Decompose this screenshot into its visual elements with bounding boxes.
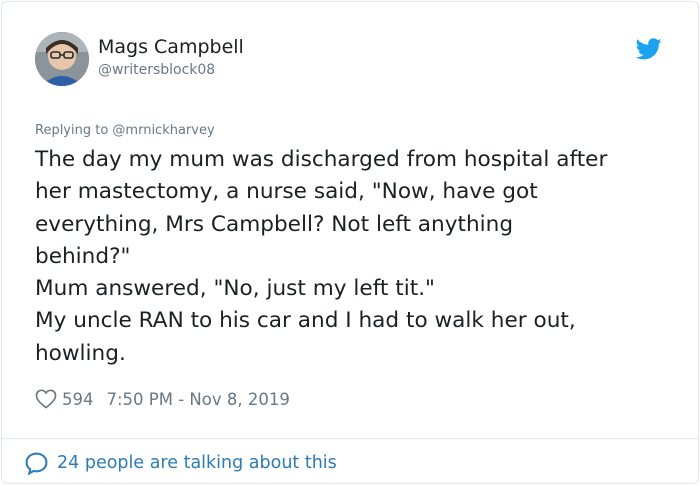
avatar[interactable] bbox=[35, 32, 89, 86]
speech-bubble-icon bbox=[25, 452, 48, 475]
divider bbox=[2, 438, 698, 439]
tweet-meta: 594 7:50 PM - Nov 8, 2019 bbox=[35, 388, 290, 410]
tweet-text-line: My uncle RAN to his car and I had to wal… bbox=[35, 308, 576, 334]
like-count[interactable]: 594 bbox=[62, 390, 94, 409]
tweet-card: Mags Campbell @writersblock08 Replying t… bbox=[1, 1, 699, 484]
tweet-text: The day my mum was discharged from hospi… bbox=[35, 144, 685, 370]
tweet-text-line: behind?" bbox=[35, 243, 131, 269]
tweet-text-line: everything, Mrs Campbell? Not left anyth… bbox=[35, 211, 514, 237]
tweet-header: Mags Campbell @writersblock08 bbox=[35, 32, 668, 92]
tweet-timestamp[interactable]: 7:50 PM - Nov 8, 2019 bbox=[107, 390, 290, 409]
conversation-link[interactable]: 24 people are talking about this bbox=[24, 450, 337, 476]
replying-to[interactable]: Replying to @mrnickharvey bbox=[35, 123, 215, 138]
conversation-link-label[interactable]: 24 people are talking about this bbox=[57, 453, 337, 473]
tweet-text-line: her mastectomy, a nurse said, "Now, have… bbox=[35, 179, 538, 205]
tweet-text-line: Mum answered, "No, just my left tit." bbox=[35, 276, 435, 302]
author-handle[interactable]: @writersblock08 bbox=[98, 62, 215, 78]
tweet-text-line: howling. bbox=[35, 340, 126, 366]
tweet-text-line: The day my mum was discharged from hospi… bbox=[35, 147, 608, 172]
heart-icon[interactable] bbox=[35, 389, 57, 409]
twitter-bird-icon[interactable] bbox=[636, 38, 662, 60]
author-name[interactable]: Mags Campbell bbox=[98, 36, 244, 58]
